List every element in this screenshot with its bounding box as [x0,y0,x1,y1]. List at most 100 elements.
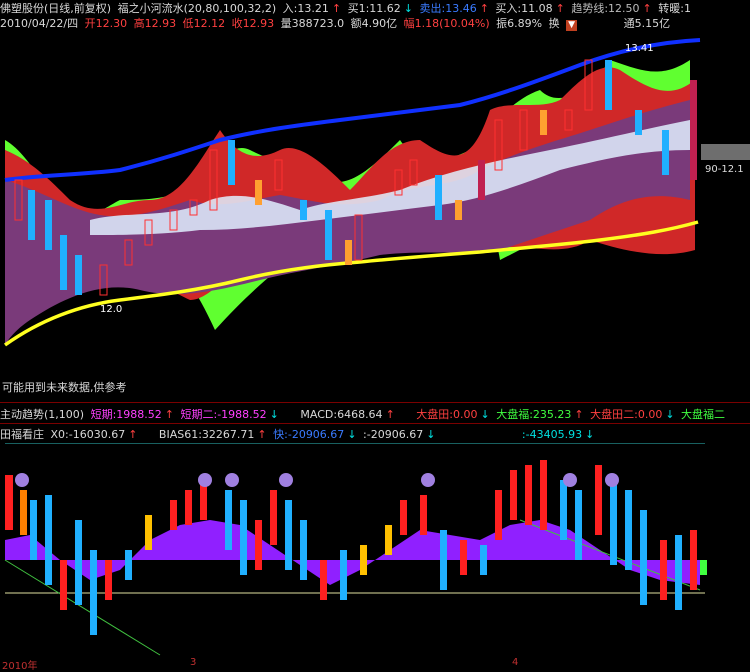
amplitude-value: 幅1.18(10.04%) [403,17,490,30]
down-arrow-icon: ↓ [480,408,490,421]
osc-bar [30,500,37,560]
main-chart[interactable] [0,32,750,402]
oscillator-bars [5,460,707,635]
price-tag-box [701,144,750,160]
indicator-name[interactable]: 福之小河流水(20,80,100,32,2) [118,2,277,15]
down-arrow-icon: ↓ [585,428,595,441]
bias-value: BIAS61:32267.71 [158,428,255,441]
header-row-1: 佛塑股份(日线,前复权) 福之小河流水(20,80,100,32,2) 入:13… [0,2,694,15]
down-arrow-icon: ↓ [665,408,675,421]
osc-bar [90,550,97,635]
osc-bar [360,545,367,575]
peak-label: 13.41 [625,43,654,54]
osc-bar [460,540,467,575]
oscillator-chart[interactable] [0,443,750,658]
sad-face-icon [563,473,577,487]
sad-face-icon [198,473,212,487]
up-arrow-icon: ↑ [128,428,138,441]
low-label: 12.0 [100,304,123,315]
x0-value: X0:-16030.67 [50,428,126,441]
up-arrow-icon: ↑ [642,2,652,15]
osc-bar [495,490,502,540]
axis-month-4: 4 [512,657,519,668]
buy-label: 买1:11.62 [347,2,401,15]
short1-value: 短期:1988.52 [90,408,162,421]
osc-bar [480,545,487,575]
up-arrow-icon: ↑ [385,408,395,421]
low-value: 低12.12 [182,17,226,30]
osc-bar [525,465,532,525]
price-tag-label: 90-12.1 [705,164,744,175]
osc-bar [45,495,52,585]
osc-bar [625,490,632,570]
close-value: 收12.93 [231,17,275,30]
osc-bar [675,535,682,610]
short2-value: 短期二:-1988.52 [180,408,267,421]
candle [540,110,547,135]
osc-bar [385,525,392,555]
osc-bar [540,460,547,530]
header-row-2: 2010/04/22/四 开12.30 高12.93 低12.12 收12.93… [0,17,673,31]
date-label: 2010/04/22/四 [0,17,79,30]
high-value: 高12.93 [133,17,177,30]
volume-value: 量388723.0 [280,17,345,30]
swing-value: 振6.89% [496,17,543,30]
candle [228,140,235,185]
candle [28,190,35,240]
panel2-header[interactable]: 主动趋势(1,100) 短期:1988.52 ↑ 短期二:-1988.52 ↓ MA… [0,408,728,421]
osc-bar [575,490,582,560]
axis-month-3: 3 [190,657,197,668]
up-arrow-icon: ↑ [164,408,174,421]
osc-bar [700,560,707,575]
candle [325,210,332,260]
fast-value: 快:-20906.67 [273,428,345,441]
candle [345,240,352,265]
open-value: 开12.30 [84,17,128,30]
osc-bar [60,560,67,610]
macd-value: MACD:6468.64 [300,408,383,421]
osc-bar [660,540,667,600]
osc-bar [105,560,112,600]
down-arrow-icon: ↓ [403,2,413,15]
axis-year: 2010年 [2,661,38,672]
osc-bar [420,495,427,535]
val-value: :-20906.67 [363,428,424,441]
osc-bar [285,500,292,570]
osc-bar [75,520,82,605]
osc-bar [145,515,152,550]
dp4-value: 大盘福二 [681,408,726,421]
panel-divider [0,402,750,403]
osc-bar [560,480,567,540]
osc-bar [185,490,192,525]
dp3-value: 大盘田二:0.00 [590,408,663,421]
up-arrow-icon: ↑ [574,408,584,421]
float-value: 通5.15亿 [623,17,671,30]
osc-bar [340,550,347,600]
osc-bar [440,530,447,590]
osc-bar [225,490,232,550]
sad-face-icon [605,473,619,487]
candle [690,80,697,180]
stock-name[interactable]: 佛塑股份(日线,前复权) [0,2,111,15]
down-arrow-icon: ↓ [269,408,279,421]
down-arrow-icon: ↓ [347,428,357,441]
panel-divider [0,423,750,424]
candle [300,200,307,220]
candle [255,180,262,205]
up-arrow-icon: ↑ [257,428,267,441]
candle [635,110,642,135]
sad-face-icon [279,473,293,487]
panel3-header[interactable]: 田福看庄 X0:-16030.67 ↑ BIAS61:32267.71 ↑ 快:-2… [0,428,597,441]
sad-face-icon [421,473,435,487]
dp1-value: 大盘田:0.00 [416,408,478,421]
candle [45,200,52,250]
candle [75,255,82,295]
osc-bar [300,520,307,580]
panel2-title: 主动趋势(1,100) [0,408,85,421]
osc-bar [20,490,27,535]
down-arrow-icon: ↓ [426,428,436,441]
in-label: 入:13.21 [282,2,329,15]
candle [605,60,612,110]
sad-face-icon [225,473,239,487]
dropdown-icon[interactable]: ▼ [566,20,578,31]
